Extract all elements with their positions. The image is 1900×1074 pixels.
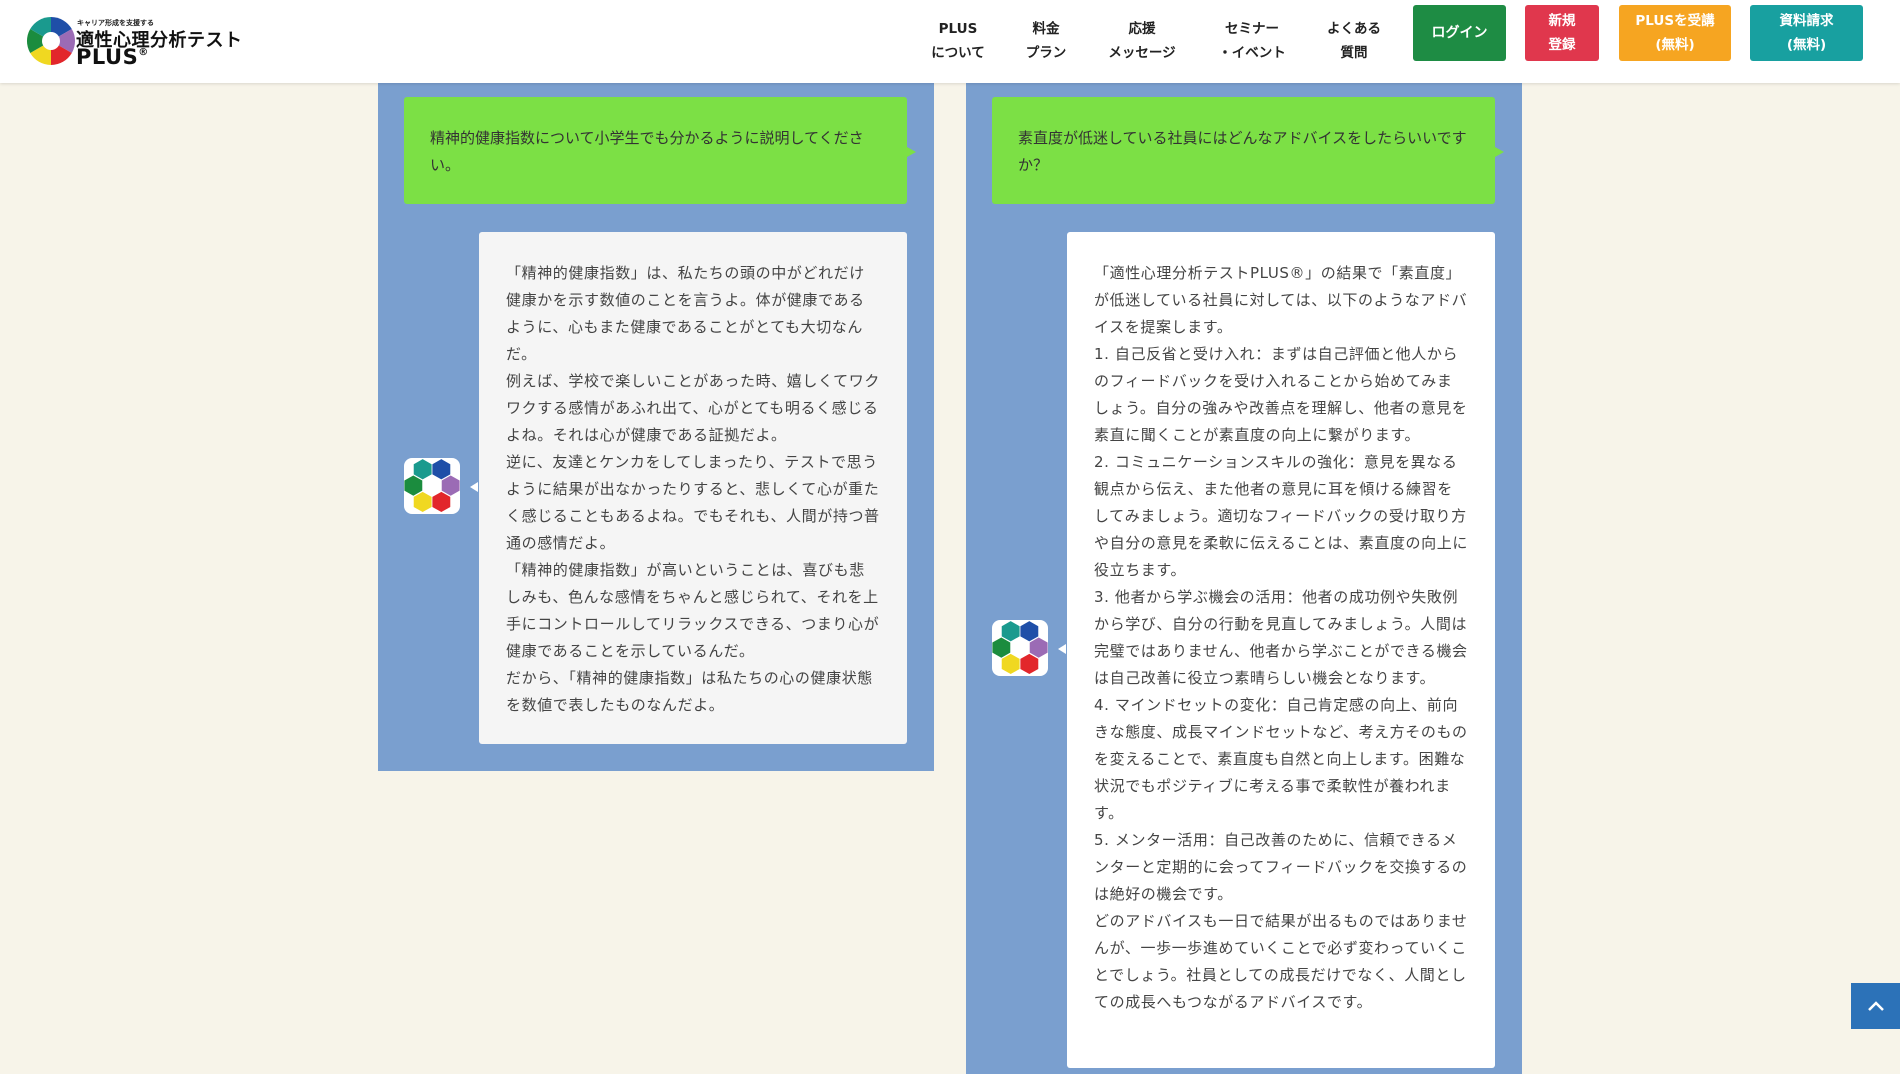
answer-paragraph: 「適性心理分析テストPLUS®」の結果で「素直度」が低迷している社員に対しては、… <box>1094 264 1468 336</box>
answer-paragraph: 4. マインドセットの変化：自己肯定感の向上、前向きな態度、成長マインドセットな… <box>1094 696 1468 822</box>
nav-support-message-line1: 応援 <box>1128 21 1156 37</box>
answer-paragraph: 逆に、友達とケンカをしてしまったり、テストで思うように結果が出なかったりすると、… <box>506 453 880 552</box>
free-trial-button[interactable]: PLUSを受講 (無料) <box>1619 5 1731 61</box>
nav-about-plus-line2: について <box>931 45 985 61</box>
nav-support-message-line2: メッセージ <box>1108 45 1176 61</box>
question-bubble-left: 精神的健康指数について小学生でも分かるように説明してください。 <box>404 97 916 204</box>
request-documents-button-line1: 資料請求 <box>1779 13 1834 29</box>
nav-seminar-event-line1: セミナー <box>1225 21 1279 37</box>
nav-about-plus-line1: PLUS <box>938 21 978 37</box>
request-documents-button-line2: (無料) <box>1786 37 1827 53</box>
nav-faq-line2: 質問 <box>1340 45 1368 61</box>
ai-avatar-left <box>404 458 460 514</box>
answer-bubble-left: 「精神的健康指数」は、私たちの頭の中がどれだけ健康かを示す数値のことを言うよ。体… <box>479 232 907 744</box>
question-bubble-right: 素直度が低迷している社員にはどんなアドバイスをしたらいいですか？ <box>992 97 1504 204</box>
free-trial-button-line1: PLUSを受講 <box>1635 13 1715 29</box>
avatar-pointer-right <box>1058 644 1066 654</box>
nav-pricing-line1: 料金 <box>1032 21 1060 37</box>
chevron-up-icon <box>1867 1001 1884 1011</box>
answer-paragraph: 3. 他者から学ぶ機会の活用：他者の成功例や失敗例から学び、自分の行動を見直して… <box>1094 588 1468 687</box>
login-button-label: ログイン <box>1431 25 1488 41</box>
register-button-line1: 新規 <box>1548 13 1576 29</box>
free-trial-button-line2: (無料) <box>1655 37 1695 53</box>
login-button[interactable]: ログイン <box>1413 5 1506 61</box>
avatar-pointer-left <box>470 482 478 492</box>
logo-plus-text: PLUS <box>76 45 139 69</box>
back-to-top-button[interactable] <box>1851 983 1900 1029</box>
answer-paragraph: 2. コミュニケーションスキルの強化：意見を異なる観点から伝え、また他者の意見に… <box>1094 453 1468 579</box>
nav-support-message[interactable]: 応援 メッセージ <box>1104 17 1180 65</box>
nav-faq[interactable]: よくある 質問 <box>1322 17 1386 65</box>
answer-bubble-right: 「適性心理分析テストPLUS®」の結果で「素直度」が低迷している社員に対しては、… <box>1067 232 1495 1068</box>
logo-plus: PLUS® <box>76 45 149 69</box>
answer-paragraph: 「精神的健康指数」は、私たちの頭の中がどれだけ健康かを示す数値のことを言うよ。体… <box>506 264 865 363</box>
register-button[interactable]: 新規 登録 <box>1525 5 1599 61</box>
nav-faq-line1: よくある <box>1327 21 1381 37</box>
answer-paragraph: どのアドバイスも一日で結果が出るものではありませんが、一歩一歩進めていくことで必… <box>1094 912 1468 1011</box>
question-text-right: 素直度が低迷している社員にはどんなアドバイスをしたらいいですか？ <box>1018 129 1467 174</box>
hexagon-flower-avatar-icon <box>992 621 1048 675</box>
nav-seminar-event-line2: ・イベント <box>1218 45 1286 61</box>
nav-pricing[interactable]: 料金 プラン <box>1020 17 1072 65</box>
answer-paragraph: 5. メンター活用：自己改善のために、信頼できるメンターと定期的に会ってフィード… <box>1094 831 1468 903</box>
site-logo[interactable]: キャリア形成を支援する 適性心理分析テスト PLUS® <box>26 16 246 69</box>
ai-avatar-right <box>992 620 1048 676</box>
nav-about-plus[interactable]: PLUS について <box>928 17 988 65</box>
site-header: キャリア形成を支援する 適性心理分析テスト PLUS® PLUS について 料金… <box>0 0 1900 83</box>
answer-paragraph: だから、「精神的健康指数」は私たちの心の健康状態を数値で表したものなんだよ。 <box>506 669 873 714</box>
register-button-line2: 登録 <box>1548 37 1576 53</box>
hexagon-flower-logo-icon <box>26 16 76 65</box>
registered-mark: ® <box>138 47 149 58</box>
answer-paragraph: 1. 自己反省と受け入れ：まずは自己評価と他人からのフィードバックを受け入れるこ… <box>1094 345 1468 444</box>
answer-paragraph: 例えば、学校で楽しいことがあった時、嬉しくてワクワクする感情があふれ出て、心がと… <box>506 372 880 444</box>
question-text-left: 精神的健康指数について小学生でも分かるように説明してください。 <box>430 129 864 174</box>
request-documents-button[interactable]: 資料請求 (無料) <box>1750 5 1863 61</box>
nav-seminar-event[interactable]: セミナー ・イベント <box>1212 17 1292 65</box>
hexagon-flower-avatar-icon <box>404 459 460 513</box>
answer-paragraph: 「精神的健康指数」が高いということは、喜びも悲しみも、色んな感情をちゃんと感じら… <box>506 561 880 660</box>
nav-pricing-line2: プラン <box>1025 45 1067 61</box>
